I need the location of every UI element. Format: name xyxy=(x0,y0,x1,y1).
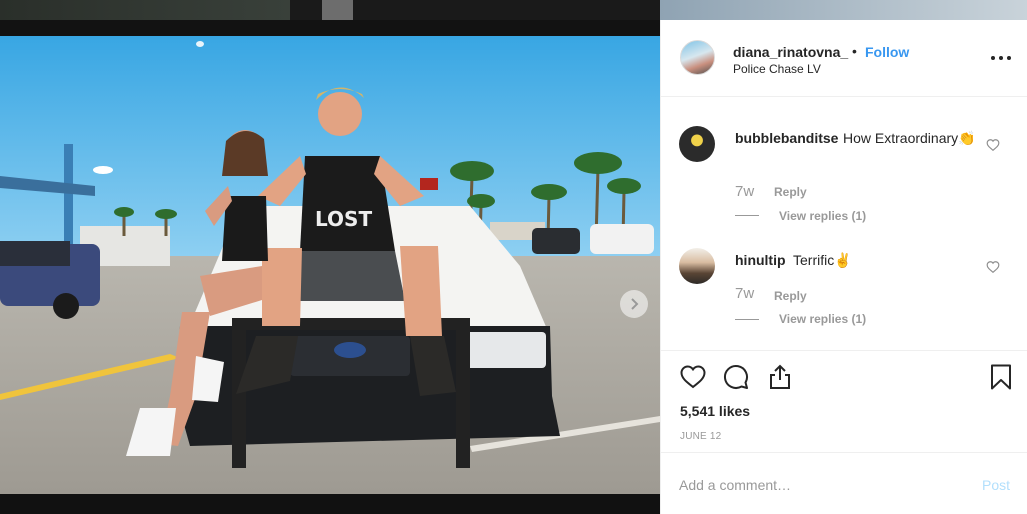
photo-illustration: LOST xyxy=(0,36,660,494)
background-strip-top xyxy=(0,0,1027,20)
likes-count[interactable]: 5,541 likes xyxy=(680,403,750,419)
previous-reply-fragment xyxy=(755,97,815,101)
avatar[interactable] xyxy=(679,126,715,162)
view-replies-button[interactable]: View replies (1) xyxy=(779,312,866,326)
background-photo-fragment xyxy=(660,0,1027,20)
post-sidebar: diana_rinatovna_ • Follow Police Chase L… xyxy=(660,20,1027,514)
more-options-icon-dot xyxy=(1007,56,1011,60)
bookmark-icon[interactable] xyxy=(987,363,1015,391)
post-date: JUNE 12 xyxy=(680,431,722,442)
heart-icon[interactable] xyxy=(986,138,1000,152)
comment-composer: Post xyxy=(661,452,1027,514)
location-link[interactable]: Police Chase LV xyxy=(733,62,821,76)
post-comment-button[interactable]: Post xyxy=(982,477,1010,493)
author-username[interactable]: diana_rinatovna_ xyxy=(733,44,848,60)
view-replies-button[interactable]: View replies (1) xyxy=(779,209,866,223)
comment-text: Terrific✌️ xyxy=(793,252,852,268)
heart-icon[interactable] xyxy=(986,260,1000,274)
follow-button[interactable]: Follow xyxy=(865,44,909,60)
share-icon[interactable] xyxy=(766,363,794,391)
svg-text:LOST: LOST xyxy=(315,207,372,231)
more-options-icon xyxy=(991,56,995,60)
comment-text: How Extraordinary👏 xyxy=(843,130,976,146)
more-options-icon-dot xyxy=(999,56,1003,60)
reply-button[interactable]: Reply xyxy=(774,185,807,199)
background-photo-fragment xyxy=(322,0,353,20)
avatar[interactable] xyxy=(679,248,715,284)
background-strip-bottom xyxy=(0,494,660,514)
heart-icon[interactable] xyxy=(679,363,707,391)
comment-username[interactable]: hinultip xyxy=(735,252,786,268)
reply-button[interactable]: Reply xyxy=(774,289,807,303)
comment-icon[interactable] xyxy=(722,363,750,391)
comments-list[interactable]: bubblebanditse How Extraordinary👏 7w Rep… xyxy=(661,97,1027,350)
separator-dot: • xyxy=(852,43,857,59)
divider xyxy=(735,215,759,216)
divider xyxy=(735,319,759,320)
comment-time: 7w xyxy=(735,285,755,302)
carousel-next-button[interactable] xyxy=(620,290,648,318)
post-header: diana_rinatovna_ • Follow Police Chase L… xyxy=(661,20,1027,97)
background-photo-fragment xyxy=(0,0,290,20)
comment-input[interactable] xyxy=(679,473,969,497)
chevron-right-icon xyxy=(631,298,639,310)
post-actions: 5,541 likes JUNE 12 xyxy=(661,350,1027,450)
post-photo[interactable]: LOST xyxy=(0,36,660,494)
comment-time: 7w xyxy=(735,183,755,200)
avatar[interactable] xyxy=(680,40,715,75)
more-options-button[interactable] xyxy=(991,46,1013,68)
